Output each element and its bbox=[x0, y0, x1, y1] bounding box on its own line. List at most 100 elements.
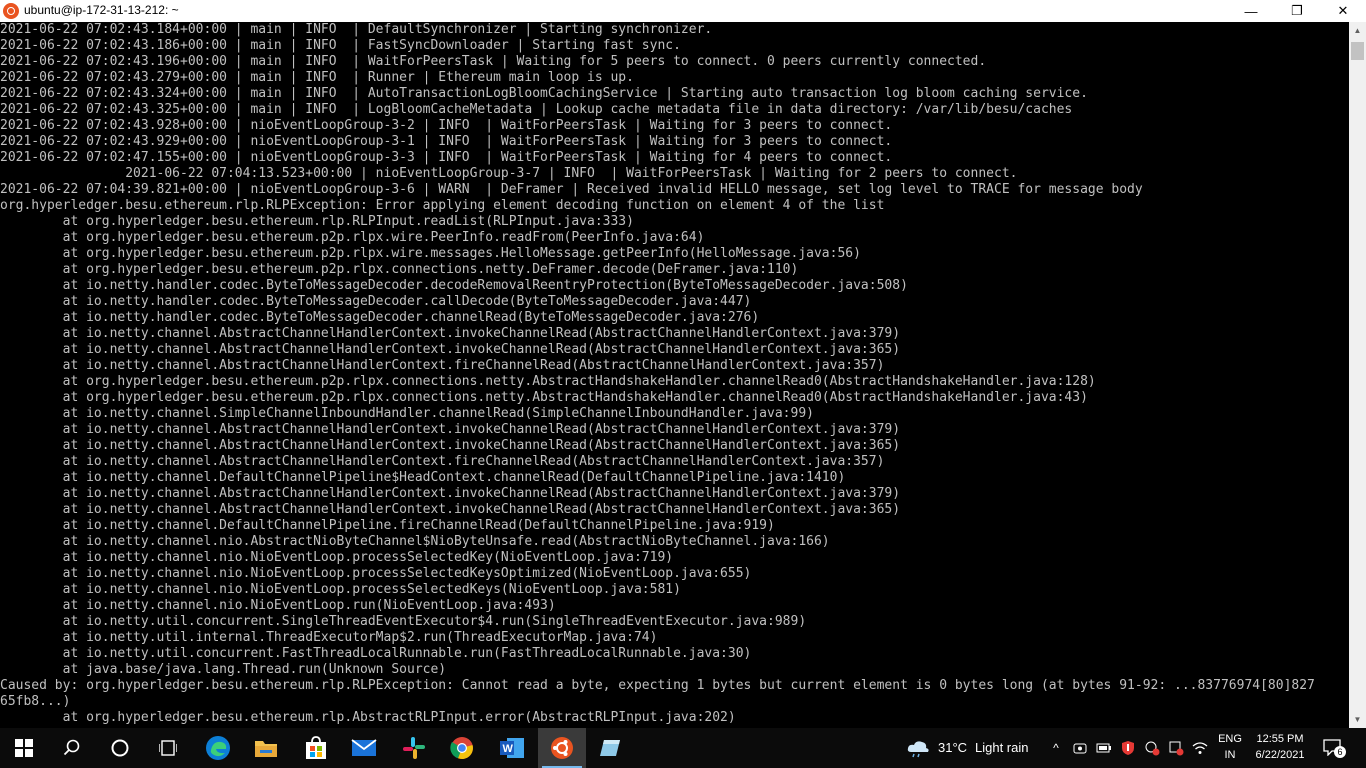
slack-button[interactable] bbox=[390, 728, 438, 768]
terminal-line: at io.netty.channel.nio.NioEventLoop.pro… bbox=[0, 582, 681, 597]
terminal-line: at io.netty.channel.AbstractChannelHandl… bbox=[0, 422, 901, 437]
ubuntu-button[interactable] bbox=[538, 728, 586, 768]
clock-time[interactable]: 12:55 PM bbox=[1248, 733, 1312, 745]
terminal-line: 2021-06-22 07:02:43.196+00:00 | main | I… bbox=[0, 54, 987, 69]
wifi-icon[interactable] bbox=[1192, 740, 1208, 756]
terminal-line: 2021-06-22 07:02:43.186+00:00 | main | I… bbox=[0, 38, 681, 53]
meet-now-icon[interactable] bbox=[1072, 740, 1088, 756]
terminal-line: at org.hyperledger.besu.ethereum.p2p.rlp… bbox=[0, 390, 1088, 405]
task-view-button[interactable] bbox=[144, 728, 192, 768]
language-indicator[interactable]: ENG bbox=[1216, 733, 1244, 745]
terminal-line: at org.hyperledger.besu.ethereum.p2p.rlp… bbox=[0, 262, 799, 277]
battery-icon[interactable] bbox=[1096, 740, 1112, 756]
window-title: ubuntu@ip-172-31-13-212: ~ bbox=[24, 3, 179, 17]
start-button[interactable] bbox=[0, 728, 48, 768]
terminal-line: at io.netty.channel.DefaultChannelPipeli… bbox=[0, 470, 846, 485]
terminal-line: at org.hyperledger.besu.ethereum.p2p.rlp… bbox=[0, 246, 861, 261]
edge-icon bbox=[206, 736, 230, 760]
weather-icon[interactable] bbox=[906, 738, 930, 758]
terminal-line: 2021-06-22 07:04:13.523+00:00 | nioEvent… bbox=[0, 166, 1018, 181]
windows-logo-icon bbox=[15, 739, 33, 757]
notes-icon bbox=[600, 740, 620, 756]
ubuntu-icon bbox=[3, 3, 19, 19]
chevron-up-icon[interactable]: ^ bbox=[1048, 740, 1064, 756]
notes-button[interactable] bbox=[586, 728, 634, 768]
folder-icon bbox=[255, 741, 277, 757]
vertical-scrollbar[interactable]: ▲ ▼ bbox=[1349, 22, 1366, 728]
store-icon bbox=[306, 736, 326, 759]
scrollbar-thumb[interactable] bbox=[1351, 42, 1364, 60]
terminal-output[interactable]: 2021-06-22 07:02:43.184+00:00 | main | I… bbox=[0, 22, 1348, 728]
terminal-line: Caused by: org.hyperledger.besu.ethereum… bbox=[0, 678, 1315, 693]
terminal-line: at io.netty.channel.nio.NioEventLoop.pro… bbox=[0, 550, 674, 565]
word-button[interactable]: W bbox=[488, 728, 536, 768]
terminal-line: at io.netty.channel.nio.AbstractNioByteC… bbox=[0, 534, 830, 549]
minimize-icon: — bbox=[1244, 3, 1258, 19]
terminal-line: at java.base/java.lang.Thread.run(Unknow… bbox=[0, 662, 447, 677]
network-error-icon[interactable] bbox=[1144, 740, 1160, 756]
terminal-line: at io.netty.channel.SimpleChannelInbound… bbox=[0, 406, 814, 421]
file-explorer-button[interactable] bbox=[242, 728, 290, 768]
mail-icon bbox=[351, 739, 377, 756]
terminal-line: 2021-06-22 07:02:47.155+00:00 | nioEvent… bbox=[0, 150, 893, 165]
notification-center-button[interactable]: 6 bbox=[1322, 738, 1346, 758]
restore-icon: ❐ bbox=[1291, 3, 1303, 18]
close-icon: ✕ bbox=[1337, 3, 1349, 18]
maximize-button[interactable]: ❐ bbox=[1274, 0, 1320, 22]
terminal-line: at io.netty.channel.AbstractChannelHandl… bbox=[0, 438, 901, 453]
chrome-icon bbox=[450, 737, 473, 760]
terminal-line: at io.netty.util.concurrent.FastThreadLo… bbox=[0, 646, 752, 661]
terminal-line: at io.netty.util.concurrent.SingleThread… bbox=[0, 614, 807, 629]
security-shield-icon[interactable] bbox=[1120, 740, 1136, 756]
keyboard-layout-indicator[interactable]: IN bbox=[1216, 749, 1244, 761]
terminal-line: at io.netty.channel.DefaultChannelPipeli… bbox=[0, 518, 775, 533]
terminal-line: 2021-06-22 07:02:43.325+00:00 | main | I… bbox=[0, 102, 1073, 117]
terminal-line: at io.netty.channel.AbstractChannelHandl… bbox=[0, 486, 901, 501]
svg-text:W: W bbox=[503, 743, 514, 755]
terminal-line: at io.netty.handler.codec.ByteToMessageD… bbox=[0, 278, 908, 293]
search-button[interactable] bbox=[48, 728, 96, 768]
cortana-button[interactable] bbox=[96, 728, 144, 768]
edge-button[interactable] bbox=[194, 728, 242, 768]
scroll-down-arrow-icon[interactable]: ▼ bbox=[1349, 711, 1366, 728]
scroll-up-arrow-icon[interactable]: ▲ bbox=[1349, 22, 1366, 39]
terminal-line: at io.netty.channel.AbstractChannelHandl… bbox=[0, 502, 901, 517]
vpn-blocked-icon[interactable] bbox=[1168, 740, 1184, 756]
ubuntu-icon bbox=[551, 737, 573, 759]
search-icon bbox=[63, 739, 80, 756]
terminal-line: org.hyperledger.besu.ethereum.rlp.RLPExc… bbox=[0, 198, 885, 213]
close-button[interactable]: ✕ bbox=[1320, 0, 1366, 22]
title-bar[interactable]: ubuntu@ip-172-31-13-212: ~ — ❐ ✕ bbox=[0, 0, 1366, 22]
terminal-line: at org.hyperledger.besu.ethereum.p2p.rlp… bbox=[0, 374, 1096, 389]
weather-condition[interactable]: Light rain bbox=[975, 740, 1028, 755]
terminal-line: at org.hyperledger.besu.ethereum.p2p.rlp… bbox=[0, 230, 705, 245]
terminal-line: at io.netty.channel.AbstractChannelHandl… bbox=[0, 342, 901, 357]
terminal-line: at io.netty.channel.AbstractChannelHandl… bbox=[0, 454, 885, 469]
terminal-line: at io.netty.channel.AbstractChannelHandl… bbox=[0, 358, 885, 373]
taskbar: W 31°C Light rain ^ ENG IN 12:55 PM 6/22… bbox=[0, 728, 1366, 768]
terminal-line: 2021-06-22 07:02:43.279+00:00 | main | I… bbox=[0, 70, 634, 85]
slack-icon bbox=[403, 737, 425, 759]
terminal-line: at io.netty.handler.codec.ByteToMessageD… bbox=[0, 294, 752, 309]
weather-temperature[interactable]: 31°C bbox=[938, 740, 967, 755]
terminal-line: at io.netty.channel.nio.NioEventLoop.run… bbox=[0, 598, 556, 613]
minimize-button[interactable]: — bbox=[1228, 0, 1274, 22]
terminal-line: at io.netty.handler.codec.ByteToMessageD… bbox=[0, 310, 760, 325]
circle-icon bbox=[111, 739, 129, 757]
terminal-line: at io.netty.util.internal.ThreadExecutor… bbox=[0, 630, 658, 645]
clock-date[interactable]: 6/22/2021 bbox=[1248, 749, 1312, 761]
terminal-line: 2021-06-22 07:04:39.821+00:00 | nioEvent… bbox=[0, 182, 1143, 197]
terminal-line: 65fb8...) bbox=[0, 694, 71, 709]
chrome-button[interactable] bbox=[438, 728, 486, 768]
terminal-line: at org.hyperledger.besu.ethereum.rlp.RLP… bbox=[0, 214, 634, 229]
terminal-line: 2021-06-22 07:02:43.184+00:00 | main | I… bbox=[0, 22, 713, 37]
mail-button[interactable] bbox=[340, 728, 388, 768]
terminal-line: at io.netty.channel.AbstractChannelHandl… bbox=[0, 326, 901, 341]
terminal-line: at org.hyperledger.besu.ethereum.rlp.Abs… bbox=[0, 710, 736, 725]
word-icon: W bbox=[500, 738, 524, 758]
task-view-icon bbox=[159, 740, 177, 756]
store-button[interactable] bbox=[292, 728, 340, 768]
terminal-line: at io.netty.channel.nio.NioEventLoop.pro… bbox=[0, 566, 752, 581]
notification-count-badge: 6 bbox=[1334, 746, 1346, 758]
terminal-line: 2021-06-22 07:02:43.929+00:00 | nioEvent… bbox=[0, 134, 893, 149]
